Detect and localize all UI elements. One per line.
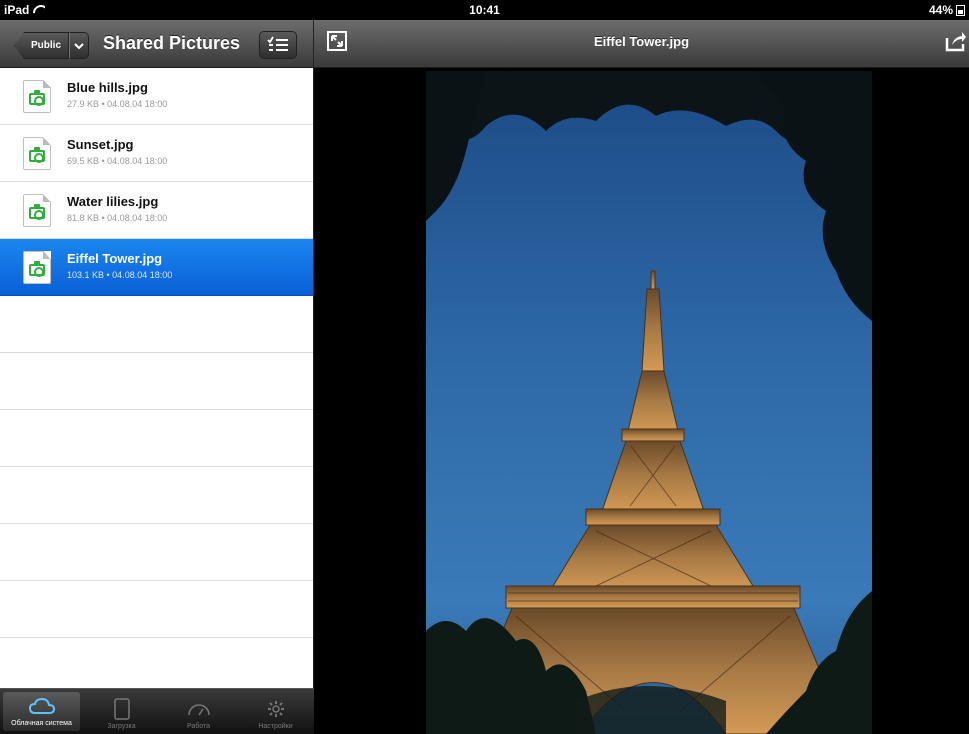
file-name: Blue hills.jpg [67,80,148,95]
file-row-selected[interactable]: Eiffel Tower.jpg 103.1 KB • 04.08.04 18:… [0,239,313,296]
file-meta: 81.8 KB • 04.08.04 18:00 [67,213,168,223]
file-row[interactable]: Sunset.jpg 69.5 KB • 04.08.04 18:00 [0,125,313,182]
left-navbar: Public Shared Pictures [0,20,313,68]
edit-list-button[interactable] [259,31,297,59]
image-file-icon [23,80,51,113]
file-browser-pane: Public Shared Pictures Blue hills.jpg 27… [0,20,314,734]
file-meta: 103.1 KB • 04.08.04 18:00 [67,270,173,280]
tablet-icon [113,697,130,721]
checklist-icon [267,36,288,51]
file-meta: 27.9 KB • 04.08.04 18:00 [67,99,168,109]
file-meta: 69.5 KB • 04.08.04 18:00 [67,156,168,166]
tab-label: Загрузка [107,723,136,730]
file-row[interactable]: Water lilies.jpg 81.8 KB • 04.08.04 18:0… [0,182,313,239]
speedometer-icon [187,697,211,721]
empty-row [0,581,313,638]
battery-indicator: 44% [929,3,965,17]
chevron-down-icon[interactable] [69,32,90,59]
file-name: Water lilies.jpg [67,194,159,209]
viewer-title: Eiffel Tower.jpg [593,34,690,49]
tab-work[interactable]: Работа [160,689,237,734]
tab-cloud[interactable]: Облачная система [3,692,80,731]
empty-row [0,467,313,524]
clock: 10:41 [469,3,500,17]
image-viewer-pane: Eiffel Tower.jpg [314,20,969,734]
camera-icon [29,204,45,220]
image-file-icon [23,137,51,170]
tab-label: Работа [186,723,211,730]
empty-row [0,353,313,410]
image-file-icon [23,194,51,227]
tab-label: Настройки [258,723,293,730]
cloud-icon [28,694,55,718]
image-file-icon [23,251,51,284]
empty-row [0,638,313,695]
status-bar: iPad 10:41 44% [0,0,969,20]
eiffel-tower-photo [426,71,872,734]
share-button[interactable] [945,30,967,52]
file-name: Eiffel Tower.jpg [67,251,163,266]
camera-icon [29,261,45,277]
tab-bar: Облачная система Загрузка Работа Настрой… [0,688,314,734]
camera-icon [29,90,45,106]
tab-settings[interactable]: Настройки [237,689,314,734]
empty-row [0,410,313,467]
empty-row [0,296,313,353]
tab-label: Облачная система [11,720,72,727]
share-icon [945,32,966,52]
page-title: Shared Pictures [103,33,241,53]
right-navbar: Eiffel Tower.jpg [314,20,969,68]
gear-icon [266,697,286,721]
battery-icon [956,4,965,16]
camera-icon [29,147,45,163]
back-button[interactable]: Public [14,32,90,59]
battery-percent: 44% [928,3,953,17]
empty-row [0,524,313,581]
file-list: Blue hills.jpg 27.9 KB • 04.08.04 18:00 … [0,68,313,695]
file-row[interactable]: Blue hills.jpg 27.9 KB • 04.08.04 18:00 [0,68,313,125]
tab-downloads[interactable]: Загрузка [83,689,160,734]
back-button-label[interactable]: Public [14,32,70,59]
file-name: Sunset.jpg [67,137,134,152]
